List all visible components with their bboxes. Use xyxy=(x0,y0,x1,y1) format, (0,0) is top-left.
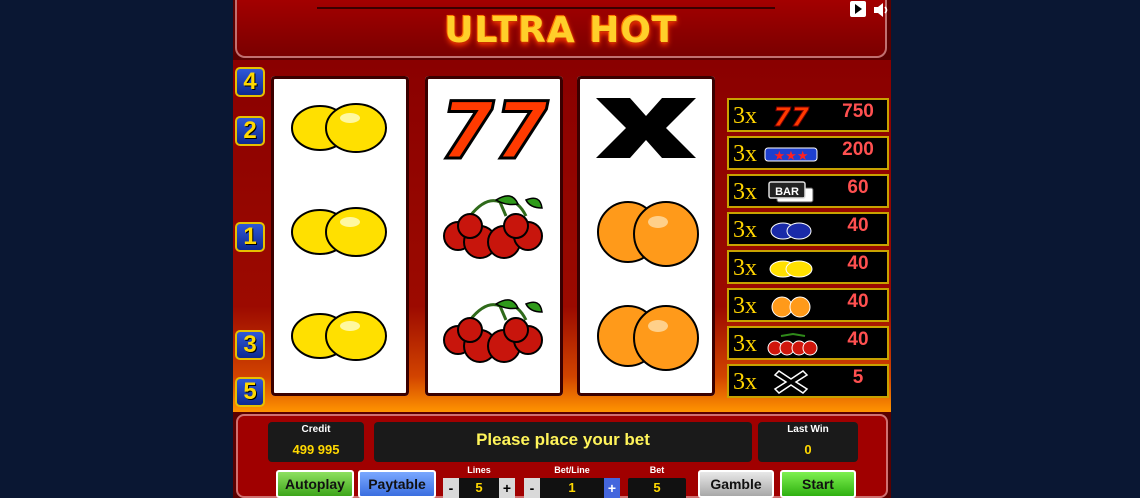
bet-display: 5 xyxy=(628,478,686,498)
lemon-icon xyxy=(271,296,409,392)
orange-icon xyxy=(763,293,819,319)
paytable-value: 40 xyxy=(847,253,869,274)
cross-icon xyxy=(763,369,819,395)
paytable-multiplier: 3x xyxy=(733,141,757,167)
plum-icon xyxy=(763,217,819,243)
line-badge: 3 xyxy=(235,330,265,360)
paytable-row: 3x 40 xyxy=(727,250,889,284)
paytable-button[interactable]: Paytable xyxy=(358,470,436,498)
paytable-row: 3x 40 xyxy=(727,326,889,360)
control-panel: Credit 499 995 Please place your bet Las… xyxy=(236,414,888,498)
autoplay-button[interactable]: Autoplay xyxy=(276,470,354,498)
control-bar: Credit 499 995 Please place your bet Las… xyxy=(233,412,891,498)
svg-text:★★★: ★★★ xyxy=(774,149,809,164)
paytable-multiplier: 3x xyxy=(733,369,757,395)
paytable-multiplier: 3x xyxy=(733,293,757,319)
paytable-value: 750 xyxy=(842,101,874,122)
paytable-value: 5 xyxy=(852,367,864,388)
paytable-value: 60 xyxy=(847,177,869,198)
line-badge: 5 xyxy=(235,377,265,407)
paytable-row: 3x 5 xyxy=(727,364,889,398)
paytable-multiplier: 3x xyxy=(733,103,757,129)
lines-minus-button[interactable]: - xyxy=(443,478,459,498)
bet-line-minus-button[interactable]: - xyxy=(524,478,540,498)
title-bar: ULTRA HOT xyxy=(235,0,887,58)
playfield: 4 2 1 3 5 77 3x 77 750 3x ★★★ 200 3x BAR… xyxy=(233,60,891,412)
seven-icon: 77 xyxy=(763,103,819,129)
start-button[interactable]: Start xyxy=(780,470,856,498)
svg-text:77: 77 xyxy=(440,88,549,168)
bet-line-stepper: - 1 + xyxy=(524,478,620,498)
status-message: Please place your bet xyxy=(476,430,650,449)
message-box: Please place your bet xyxy=(374,422,752,462)
paytable-row: 3x ★★★ 200 xyxy=(727,136,889,170)
seven-icon: 77 xyxy=(425,88,563,184)
paytable-value: 200 xyxy=(842,139,874,160)
star-icon: ★★★ xyxy=(763,141,819,167)
paytable-multiplier: 3x xyxy=(733,179,757,205)
paytable-row: 3x 40 xyxy=(727,212,889,246)
paytable-row: 3x 40 xyxy=(727,288,889,322)
paytable-row: 3x BAR 60 xyxy=(727,174,889,208)
speaker-icon[interactable] xyxy=(872,1,888,17)
top-icons xyxy=(850,0,895,18)
bet-value: 5 xyxy=(653,480,661,495)
last-win-box: Last Win 0 xyxy=(758,422,858,462)
orange-icon xyxy=(577,296,715,392)
cherry-icon xyxy=(425,192,563,288)
gamble-button[interactable]: Gamble xyxy=(698,470,774,498)
paytable-row: 3x 77 750 xyxy=(727,98,889,132)
lemon-icon xyxy=(271,192,409,288)
title-rule xyxy=(317,7,775,9)
line-badge: 1 xyxy=(235,222,265,252)
bar-icon: BAR xyxy=(763,179,819,205)
reel-3 xyxy=(577,76,715,396)
credit-value: 499 995 xyxy=(292,442,340,457)
reel-2: 77 xyxy=(425,76,563,396)
cross-icon xyxy=(577,88,715,184)
lemon-icon xyxy=(271,88,409,184)
lines-label: Lines xyxy=(467,465,491,475)
last-win-value: 0 xyxy=(804,442,812,457)
svg-text:77: 77 xyxy=(773,103,810,129)
lines-value: 5 xyxy=(475,480,483,495)
cherry-icon xyxy=(763,331,819,357)
paytable-value: 40 xyxy=(847,215,869,236)
reel-1 xyxy=(271,76,409,396)
line-badge: 4 xyxy=(235,67,265,97)
bet-line-plus-button[interactable]: + xyxy=(604,478,620,498)
slot-machine: ULTRA HOT 4 2 1 3 5 77 3x 77 750 3x ★★★ … xyxy=(233,0,891,498)
game-title: ULTRA HOT xyxy=(444,10,678,51)
lines-stepper: - 5 + xyxy=(443,478,515,498)
paytable-multiplier: 3x xyxy=(733,217,757,243)
credit-label: Credit xyxy=(301,424,331,435)
cherry-icon xyxy=(425,296,563,392)
lines-plus-button[interactable]: + xyxy=(499,478,515,498)
bet-line-value: 1 xyxy=(568,480,576,495)
orange-icon xyxy=(577,192,715,288)
line-badge: 2 xyxy=(235,116,265,146)
bet-line-label: Bet/Line xyxy=(554,465,590,475)
play-icon[interactable] xyxy=(850,1,866,17)
paytable-value: 40 xyxy=(847,329,869,350)
lemon-icon xyxy=(763,255,819,281)
bar-symbol-text: BAR xyxy=(775,186,799,198)
last-win-label: Last Win xyxy=(787,424,829,435)
paytable-multiplier: 3x xyxy=(733,255,757,281)
bet-label: Bet xyxy=(649,465,665,475)
paytable-value: 40 xyxy=(847,291,869,312)
credit-box: Credit 499 995 xyxy=(268,422,364,462)
paytable-multiplier: 3x xyxy=(733,331,757,357)
